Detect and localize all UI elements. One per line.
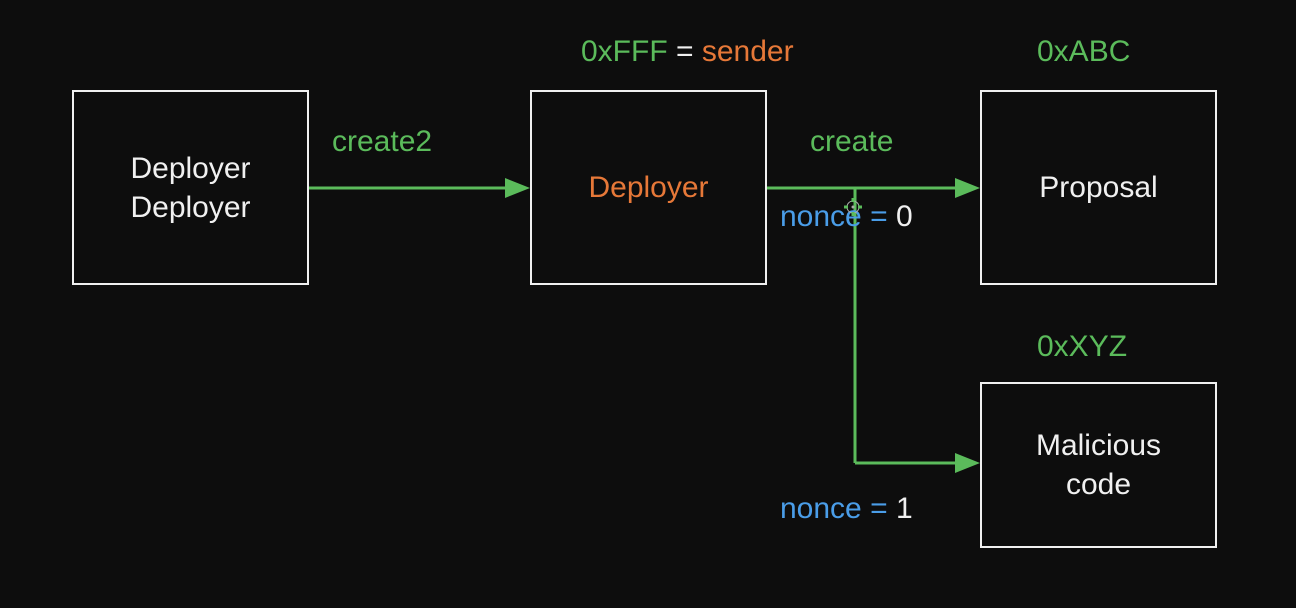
deployer-deployer-box: Deployer Deployer bbox=[72, 90, 309, 285]
sender-addr: 0xFFF bbox=[581, 35, 668, 68]
sender-label: 0xFFF = sender bbox=[581, 35, 794, 69]
sender-eq: = bbox=[676, 35, 702, 68]
proposal-box: Proposal bbox=[980, 90, 1217, 285]
deployer-label: Deployer bbox=[588, 168, 708, 207]
malicious-line2: code bbox=[1066, 465, 1131, 504]
deployer-deployer-line2: Deployer bbox=[130, 188, 250, 227]
proposal-label: Proposal bbox=[1039, 168, 1157, 207]
nonce1-label: nonce = 1 bbox=[780, 492, 913, 526]
nonce0-val: 0 bbox=[896, 200, 913, 233]
malicious-line1: Malicious bbox=[1036, 426, 1161, 465]
nonce1-val: 1 bbox=[896, 492, 913, 525]
create-label: create bbox=[810, 125, 893, 159]
nonce1-text: nonce = bbox=[780, 492, 896, 525]
nonce0-text: nonce = bbox=[780, 200, 896, 233]
create2-label: create2 bbox=[332, 125, 432, 159]
addr-abc-label: 0xABC bbox=[1037, 35, 1130, 69]
sender-text: sender bbox=[702, 35, 794, 68]
addr-xyz-label: 0xXYZ bbox=[1037, 330, 1127, 364]
cursor-crosshair-icon bbox=[844, 198, 862, 216]
deployer-box: Deployer bbox=[530, 90, 767, 285]
malicious-box: Malicious code bbox=[980, 382, 1217, 548]
deployer-deployer-line1: Deployer bbox=[130, 149, 250, 188]
